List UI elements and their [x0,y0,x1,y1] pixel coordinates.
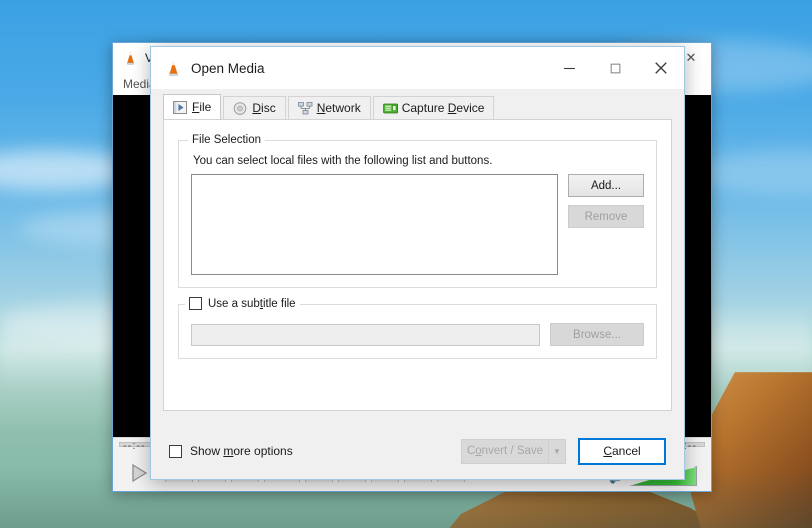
vlc-cone-icon [165,60,182,77]
tab-capture-device-label: Capture Device [401,101,485,115]
open-media-dialog[interactable]: Open Media File Disc Network Capture Dev… [150,46,685,480]
dialog-window-controls[interactable] [546,47,684,89]
show-more-options-label: Show more options [190,444,293,458]
tab-network-label: Network [316,101,361,115]
network-icon [297,101,313,115]
convert-save-button: Convert / Save [461,438,549,464]
tab-disc[interactable]: Disc [223,96,286,119]
subtitle-row: Browse... [191,323,644,346]
remove-button: Remove [568,205,644,228]
tab-strip[interactable]: File Disc Network Capture Device [163,93,672,119]
subtitle-path-input [191,323,540,346]
file-selection-hint: You can select local files with the foll… [193,155,493,167]
disc-icon [233,101,247,115]
tab-capture-device[interactable]: Capture Device [372,96,495,119]
browse-button: Browse... [550,323,644,346]
subtitle-legend: Use a subtitle file [185,297,300,310]
capture-card-icon [382,102,398,115]
use-subtitle-label: Use a subtitle file [208,297,296,310]
file-selection-group: File Selection You can select local file… [178,134,657,288]
play-icon [132,463,148,483]
cancel-label: Cancel [603,444,641,458]
dialog-title: Open Media [191,60,265,76]
dialog-titlebar[interactable]: Open Media [151,47,684,89]
show-more-options-row[interactable]: Show more options [169,444,293,458]
dialog-body: File Disc Network Capture Device File Se… [151,89,684,423]
file-selection-legend: File Selection [188,134,266,146]
tab-panel-file: File Selection You can select local file… [163,119,672,411]
elapsed-time: --:-- [123,440,146,452]
use-subtitle-checkbox[interactable] [189,297,202,310]
close-icon[interactable] [638,47,684,89]
convert-save-split-button: Convert / Save ▼ [461,438,566,464]
dialog-footer: Show more options Convert / Save ▼ Cance… [151,423,684,479]
minimize-icon[interactable] [546,47,592,89]
cancel-button[interactable]: Cancel [578,437,666,465]
tab-file[interactable]: File [163,94,222,119]
show-more-options-checkbox[interactable] [169,444,182,458]
add-button[interactable]: Add... [568,174,644,197]
convert-save-dropdown-arrow: ▼ [549,438,566,464]
selected-files-list[interactable] [191,174,558,275]
vlc-cone-icon [123,51,138,66]
tab-file-label: File [192,100,212,114]
file-action-buttons: Add... Remove [568,174,644,275]
maximize-icon[interactable] [592,47,638,89]
file-play-icon [173,100,187,114]
convert-save-label: Convert / Save [466,445,544,457]
tab-disc-label: Disc [252,101,276,115]
file-selection-row: Add... Remove [191,174,644,275]
tab-network[interactable]: Network [287,96,371,119]
subtitle-group: Use a subtitle file Browse... [178,297,657,359]
